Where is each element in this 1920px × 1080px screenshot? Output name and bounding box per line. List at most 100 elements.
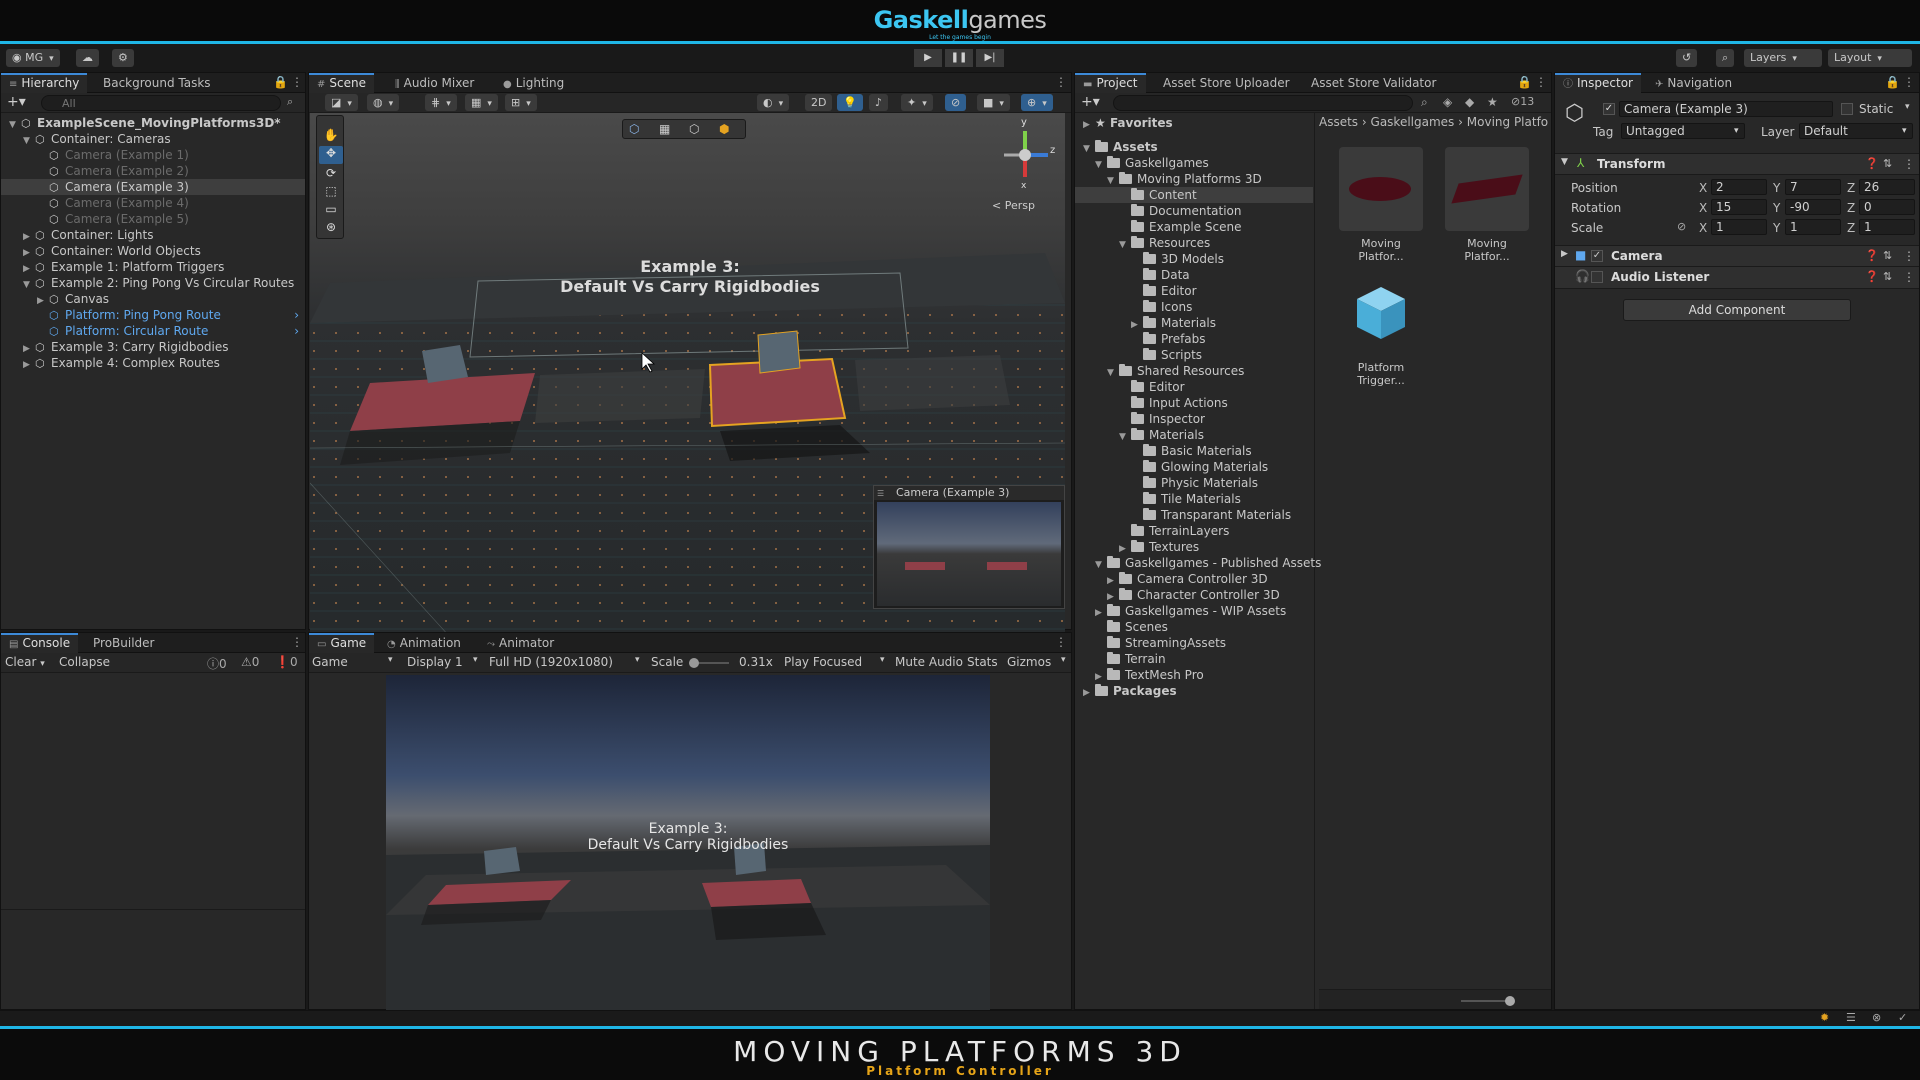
project-folder-item[interactable]: StreamingAssets: [1075, 635, 1313, 651]
project-folder-item[interactable]: ▼ Shared Resources: [1075, 363, 1313, 379]
project-folder-item[interactable]: TerrainLayers: [1075, 523, 1313, 539]
scale-slider[interactable]: [689, 658, 729, 668]
position-y-field[interactable]: 7: [1785, 179, 1841, 195]
grid-dropdown[interactable]: ▦: [465, 94, 498, 111]
asset-tile[interactable]: Platform Trigger...: [1337, 271, 1425, 387]
rotation-y-field[interactable]: -90: [1785, 199, 1841, 215]
game-viewport[interactable]: Example 3: Default Vs Carry Rigidbodies: [386, 675, 990, 1010]
tab-animation[interactable]: ◔ Animation: [379, 633, 469, 653]
create-icon[interactable]: +▾: [1081, 94, 1100, 110]
favorites-item[interactable]: ▶ ★ Favorites: [1083, 115, 1173, 131]
hierarchy-item[interactable]: ⬡ Camera (Example 2): [1, 163, 305, 179]
rotation-z-field[interactable]: 0: [1859, 199, 1915, 215]
project-folder-item[interactable]: Icons: [1075, 299, 1313, 315]
local-view-icon[interactable]: ⬢: [719, 122, 729, 136]
tab-game[interactable]: ▭ Game: [309, 633, 375, 653]
cube-view-icon[interactable]: ⬡: [629, 122, 639, 136]
hierarchy-item[interactable]: ⬡ Camera (Example 4): [1, 195, 305, 211]
layout-dropdown[interactable]: Layout: [1828, 49, 1912, 67]
search-filter-icon[interactable]: ⌕: [287, 95, 293, 109]
shading-dropdown[interactable]: ◐: [757, 94, 790, 111]
label-icon[interactable]: ◆: [1465, 95, 1474, 109]
favorite-icon[interactable]: ★: [1487, 95, 1498, 109]
rotate-tool-icon[interactable]: ⟳: [321, 166, 341, 182]
tab-navigation[interactable]: ✈ Navigation: [1647, 73, 1740, 93]
tab-hierarchy[interactable]: ≡ Hierarchy: [1, 73, 88, 93]
project-lock-icon[interactable]: 🔒: [1517, 75, 1532, 89]
expand-arrow-icon[interactable]: ▶: [23, 357, 35, 373]
scale-y-field[interactable]: 1: [1785, 219, 1841, 235]
stats-toggle[interactable]: Stats: [967, 655, 998, 669]
object-name-field[interactable]: Camera (Example 3): [1619, 101, 1833, 117]
toggle-2d-button[interactable]: 2D: [805, 94, 833, 111]
tab-asset-store-validator[interactable]: Asset Store Validator: [1303, 73, 1444, 93]
play-button[interactable]: ▶: [914, 49, 942, 67]
resolution-select[interactable]: Full HD (1920x1080) ▾: [489, 655, 645, 669]
layer-dropdown[interactable]: Default ▾: [1799, 123, 1913, 139]
game-view-select[interactable]: Game ▾: [312, 655, 398, 669]
project-folder-item[interactable]: ▼ Materials: [1075, 427, 1313, 443]
project-folder-item[interactable]: Scenes: [1075, 619, 1313, 635]
hidden-count[interactable]: ⊘13: [1511, 95, 1534, 108]
icon-size-knob[interactable]: [1505, 996, 1515, 1006]
icon-size-slider[interactable]: [1461, 996, 1515, 1006]
constrain-proportions-icon[interactable]: ⊘: [1677, 220, 1686, 233]
draw-mode-dropdown[interactable]: ◪: [325, 94, 358, 111]
transform-tool-icon[interactable]: ⊛: [321, 220, 341, 236]
hierarchy-search-input[interactable]: [41, 95, 281, 111]
hierarchy-item[interactable]: ▶ ⬡ Example 1: Platform Triggers: [1, 259, 305, 275]
error-count[interactable]: ❗0: [275, 655, 298, 669]
scene-menu-icon[interactable]: ⋮: [1055, 75, 1067, 89]
tag-dropdown[interactable]: Untagged ▾: [1621, 123, 1745, 139]
help-icon[interactable]: ❓: [1865, 270, 1879, 283]
hierarchy-item[interactable]: ⬡ Camera (Example 1): [1, 147, 305, 163]
hierarchy-item[interactable]: ▼ ⬡ Example 2: Ping Pong Vs Circular Route…: [1, 275, 305, 291]
help-icon[interactable]: ❓: [1865, 249, 1879, 262]
cloud-button[interactable]: ☁: [76, 49, 99, 67]
project-folder-item[interactable]: Physic Materials: [1075, 475, 1313, 491]
help-icon[interactable]: ❓: [1865, 157, 1879, 170]
tab-scene[interactable]: # Scene: [309, 73, 374, 93]
preset-icon[interactable]: ⇅: [1883, 157, 1892, 170]
project-folder-item[interactable]: Inspector: [1075, 411, 1313, 427]
project-folder-item[interactable]: ▼ Moving Platforms 3D: [1075, 171, 1313, 187]
tab-probuilder[interactable]: ProBuilder: [85, 633, 162, 653]
mute-audio-toggle[interactable]: Mute Audio: [895, 655, 963, 669]
drag-handle-icon[interactable]: ☰: [877, 489, 884, 498]
tab-inspector[interactable]: ⓘ Inspector: [1555, 73, 1641, 93]
hierarchy-item[interactable]: ⬡ Camera (Example 5): [1, 211, 305, 227]
axis-gizmo[interactable]: y z x: [990, 117, 1060, 199]
tab-project[interactable]: ▬ Project: [1075, 73, 1146, 93]
project-folder-item[interactable]: Basic Materials: [1075, 443, 1313, 459]
lock-icon[interactable]: 🔒: [273, 75, 288, 89]
component-menu-icon[interactable]: ⋮: [1903, 249, 1915, 263]
projection-toggle[interactable]: < Persp: [992, 199, 1035, 212]
project-folder-item[interactable]: Content: [1075, 187, 1313, 203]
hierarchy-item[interactable]: ▶ ⬡ Canvas: [1, 291, 305, 307]
inspector-menu-icon[interactable]: ⋮: [1903, 75, 1915, 89]
preset-icon[interactable]: ⇅: [1883, 270, 1892, 283]
game-menu-icon[interactable]: ⋮: [1055, 635, 1067, 649]
hierarchy-item[interactable]: ▶ ⬡ Example 4: Complex Routes: [1, 355, 305, 371]
rect-view-icon[interactable]: ▦: [659, 122, 670, 136]
search-button[interactable]: ⌕: [1716, 49, 1735, 67]
auto-generate-icon[interactable]: ✓: [1898, 1011, 1907, 1024]
project-folder-item[interactable]: Tile Materials: [1075, 491, 1313, 507]
breadcrumb-assets[interactable]: Assets: [1319, 115, 1358, 129]
hierarchy-item[interactable]: ▶ ⬡ Container: Lights: [1, 227, 305, 243]
project-folder-item[interactable]: ▶ Gaskellgames - WIP Assets: [1075, 603, 1313, 619]
project-folder-item[interactable]: Input Actions: [1075, 395, 1313, 411]
increment-dropdown[interactable]: ⊞: [505, 94, 537, 111]
prefab-open-chevron-icon[interactable]: ›: [294, 323, 299, 339]
project-folder-item[interactable]: Prefabs: [1075, 331, 1313, 347]
tab-animator[interactable]: ⤳ Animator: [479, 633, 562, 653]
project-folder-item[interactable]: ▶ TextMesh Pro: [1075, 667, 1313, 683]
audio-listener-enabled-checkbox[interactable]: [1591, 271, 1603, 283]
project-folder-item[interactable]: Documentation: [1075, 203, 1313, 219]
add-icon[interactable]: +▾: [7, 94, 26, 110]
tab-console[interactable]: ▤ Console: [1, 633, 79, 653]
static-checkbox[interactable]: [1841, 103, 1853, 115]
add-component-button[interactable]: Add Component: [1623, 299, 1851, 321]
layers-dropdown[interactable]: Layers: [1744, 49, 1822, 67]
hierarchy-item[interactable]: ⬡ Platform: Circular Route ›: [1, 323, 305, 339]
